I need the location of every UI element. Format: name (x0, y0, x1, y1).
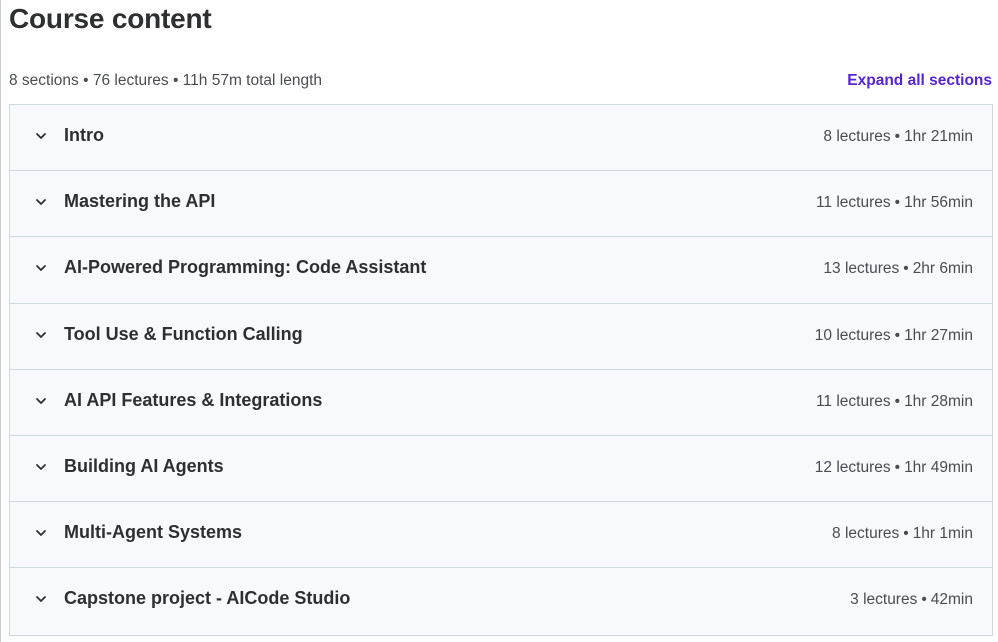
separator-dot: • (894, 326, 901, 344)
chevron-down-icon (36, 530, 46, 537)
section-duration: 1hr 1min (912, 525, 973, 543)
section-header[interactable]: AI API Features & Integrations 11 lectur… (10, 369, 992, 436)
chevron-down-icon (36, 265, 46, 272)
section-lectures: 8 lectures (832, 525, 900, 543)
separator-dot: • (903, 260, 909, 278)
section-duration: 1hr 27min (904, 326, 973, 344)
section-title: Tool Use & Function Calling (64, 323, 303, 344)
course-content-panel: Course content 8 sections • 76 lectures … (0, 0, 998, 642)
chevron-down-icon (36, 464, 46, 470)
section-header[interactable]: AI-Powered Programming: Code Assistant 1… (10, 237, 992, 304)
section-title: Building AI Agents (64, 455, 224, 476)
section-meta: 10 lectures • 1hr 27min (815, 327, 973, 345)
section-lectures: 10 lectures (814, 326, 891, 344)
section-title: Intro (64, 125, 104, 145)
section-duration: 1hr 21min (904, 128, 973, 145)
separator-dot: • (903, 525, 909, 543)
section-header[interactable]: Mastering the API 11 lectures • 1hr 56min (10, 171, 992, 238)
section-meta: 8 lectures • 1hr 1min (832, 525, 973, 543)
chevron-down-icon (36, 133, 46, 139)
chevron-down-icon (36, 199, 46, 206)
section-duration: 42min (930, 591, 973, 609)
section-title: AI API Features & Integrations (64, 389, 323, 410)
course-summary: 8 sections • 76 lectures • 11h 57m total… (9, 72, 322, 89)
section-lectures: 8 lectures (823, 128, 891, 145)
section-title: Capstone project - AICode Studio (64, 588, 351, 609)
section-header[interactable]: Tool Use & Function Calling 10 lectures •… (10, 303, 992, 370)
section-meta: 11 lectures • 1hr 56min (816, 194, 973, 212)
section-meta: 8 lectures • 1hr 21min (823, 128, 973, 146)
section-duration: 1hr 28min (904, 392, 973, 410)
summary-row: 8 sections • 76 lectures • 11h 57m total… (9, 70, 992, 92)
chevron-down-icon (36, 397, 46, 404)
section-meta: 3 lectures • 42min (850, 591, 973, 609)
section-duration: 1hr 49min (904, 458, 973, 476)
section-lectures: 3 lectures (850, 591, 918, 609)
section-meta: 13 lectures • 2hr 6min (823, 260, 973, 278)
sections-list: Intro 8 lectures • 1hr 21min Mastering the… (9, 104, 993, 636)
section-meta: 11 lectures • 1hr 28min (816, 393, 973, 411)
section-title: Multi-Agent Systems (64, 522, 243, 543)
separator-dot: • (894, 458, 901, 476)
chevron-down-icon (36, 596, 46, 603)
section-duration: 2hr 6min (912, 260, 973, 278)
separator-dot: • (921, 591, 927, 609)
section-header[interactable]: Intro 8 lectures • 1hr 21min (10, 105, 992, 172)
separator-dot: • (894, 128, 901, 145)
section-header[interactable]: Capstone project - AICode Studio 3 lectu… (10, 568, 992, 635)
section-header[interactable]: Building AI Agents 12 lectures • 1hr 49min (10, 435, 992, 503)
separator-dot: • (894, 194, 901, 212)
section-lectures: 11 lectures (815, 392, 891, 410)
section-duration: 1hr 56min (904, 194, 973, 212)
separator-dot: • (894, 392, 901, 410)
chevron-down-icon (36, 331, 46, 338)
section-meta: 12 lectures • 1hr 49min (815, 459, 973, 477)
section-lectures: 11 lectures (815, 194, 891, 212)
section-header[interactable]: Multi-Agent Systems 8 lectures • 1hr 1min (10, 502, 992, 569)
section-title: AI-Powered Programming: Code Assistant (64, 257, 427, 278)
section-lectures: 13 lectures (823, 260, 900, 278)
section-title: Mastering the API (64, 191, 216, 212)
page-title: Course content (9, 3, 212, 34)
expand-all-sections-button[interactable]: Expand all sections (847, 72, 992, 90)
section-lectures: 12 lectures (814, 458, 891, 476)
